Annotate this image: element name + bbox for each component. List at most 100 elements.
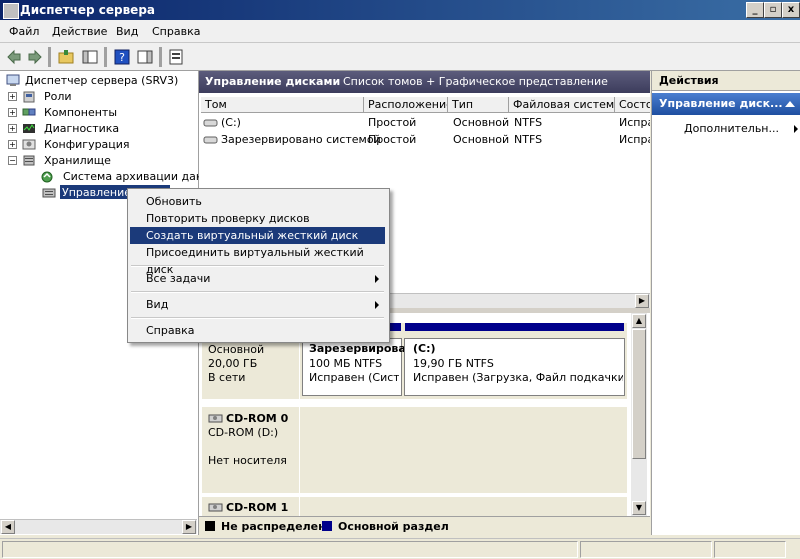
scroll-down-button[interactable]: ▼ [632,501,646,515]
toolbar-separator [48,47,51,67]
tree-item-label: Компоненты [44,106,118,119]
cdrom-1-label[interactable]: CD-ROM 1 [202,497,299,516]
show-hide-tree-icon[interactable] [80,47,100,67]
collapse-icon[interactable]: − [8,156,17,165]
expand-icon[interactable]: + [8,140,17,149]
volume-reserved[interactable]: Зарезервирова 100 МБ NTFS Исправен (Сист… [302,323,406,396]
disk-size: 20,00 ГБ [208,357,258,370]
more-actions-label: Дополнительн... [684,122,779,135]
title-bar: Диспетчер сервера _ ▫ x [0,0,800,20]
menu-item-refresh[interactable]: Обновить [130,193,385,210]
cell-volume: Зарезервировано системой [221,133,381,146]
status-panel [2,541,578,558]
toolbar-separator [159,47,162,67]
actions-section[interactable]: Управление диск... [652,93,800,115]
features-icon [22,106,36,119]
legend-label: Основной раздел [338,520,449,533]
close-button[interactable]: x [782,2,800,18]
volume-size: 19,90 ГБ NTFS [413,357,494,370]
column-header-filesystem[interactable]: Файловая система [509,97,615,113]
cell-filesystem: NTFS [514,116,543,129]
backup-icon [40,170,54,183]
back-icon[interactable] [4,47,24,67]
menu-separator [131,317,384,319]
up-folder-icon[interactable] [56,47,76,67]
cdrom-drive: CD-ROM (D:) [208,426,279,439]
volume-icon [203,132,219,148]
volume-bar [405,323,624,331]
svg-text:?: ? [119,51,125,64]
column-header-type[interactable]: Тип [448,97,509,113]
minimize-button[interactable]: _ [746,2,764,18]
menu-item-create-vhd[interactable]: Создать виртуальный жесткий диск [130,227,385,244]
cdrom-status: Нет носителя [208,454,287,467]
menu-separator [131,291,384,293]
show-action-pane-icon[interactable] [135,47,155,67]
server-manager-icon [6,74,20,87]
tree-horizontal-scrollbar[interactable]: ◀ ▶ [0,519,197,534]
storage-icon [22,154,36,167]
server-manager-icon [3,3,19,19]
cdrom-0-label[interactable]: CD-ROM 0 CD-ROM (D:) Нет носителя [202,407,299,493]
column-header-status[interactable]: Состо [615,97,650,113]
volume-name: Зарезервирова [309,342,406,355]
volume-c[interactable]: (C:) 19,90 ГБ NTFS Исправен (Загрузка, Ф… [404,323,625,396]
legend-label: Не распределен [221,520,326,533]
properties-icon[interactable] [166,47,186,67]
cdrom-name: CD-ROM 1 [226,501,289,514]
scrollbar-thumb[interactable] [632,329,646,459]
pane-header: Управление дисками Список томов + Графич… [199,71,650,93]
diagnostics-icon [22,122,36,135]
volume-status: Исправен (Систем [309,371,399,384]
scroll-right-button[interactable]: ▶ [635,294,649,308]
cell-type: Основной [453,133,510,146]
cell-type: Основной [453,116,510,129]
cell-status: Испра [619,116,650,129]
cell-layout: Простой [368,133,417,146]
graphical-view-scrollbar[interactable]: ▲ ▼ [631,313,647,516]
maximize-button[interactable]: ▫ [764,2,782,18]
cdrom-1-area [300,497,627,516]
volume-size: 100 МБ NTFS [309,357,383,370]
tree-item-label: Конфигурация [44,138,130,151]
legend-swatch-primary [322,521,332,531]
cell-volume: (C:) [221,116,241,129]
graphical-view: Основной 20,00 ГБ В сети Зарезервирова 1… [199,313,631,516]
menu-item-all-tasks[interactable]: Все задачи [130,270,385,287]
scroll-left-button[interactable]: ◀ [1,520,15,534]
menu-item-view[interactable]: Вид [130,296,385,313]
forward-icon[interactable] [25,47,45,67]
scroll-up-button[interactable]: ▲ [632,314,646,328]
menu-item-attach-vhd[interactable]: Присоединить виртуальный жесткий диск [130,244,385,276]
column-header-volume[interactable]: Том [201,97,364,113]
collapse-arrow-icon[interactable] [785,101,795,107]
configuration-icon [22,138,36,151]
expand-icon[interactable]: + [8,108,17,117]
cdrom-0-area [300,407,627,493]
disk-type: Основной [208,343,265,356]
menu-file[interactable]: Файл [9,25,39,38]
menu-separator [131,265,384,267]
expand-icon[interactable]: + [8,124,17,133]
menu-item-rescan-disks[interactable]: Повторить проверку дисков [130,210,385,227]
more-actions[interactable]: Дополнительн... [684,121,798,137]
tree-item-label: Диагностика [44,122,120,135]
menu-action[interactable]: Действие [52,25,107,38]
expand-icon[interactable]: + [8,92,17,101]
scroll-right-button[interactable]: ▶ [182,520,196,534]
column-header-layout[interactable]: Расположение [364,97,448,113]
tree-root-label: Диспетчер сервера (SRV3) [25,74,179,87]
tree-item-label: Роли [44,90,72,103]
menu-help[interactable]: Справка [152,25,200,38]
cell-layout: Простой [368,116,417,129]
tree-item-label: Хранилище [44,154,111,167]
cdrom-icon [208,412,224,427]
submenu-arrow-icon [375,275,379,283]
status-panel [714,541,786,558]
volume-status: Исправен (Загрузка, Файл подкачки, Ава [413,371,623,384]
pane-title: Управление дисками [205,75,341,88]
menu-item-help[interactable]: Справка [130,322,385,339]
volume-icon [203,115,219,131]
menu-view[interactable]: Вид [116,25,138,38]
help-icon[interactable]: ? [112,47,132,67]
